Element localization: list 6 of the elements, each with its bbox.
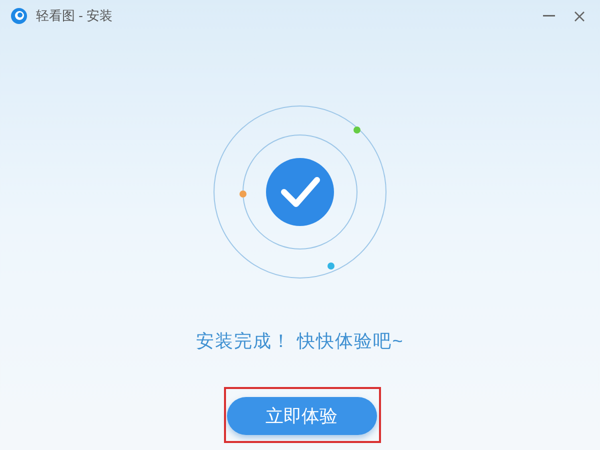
start-button[interactable]: 立即体验 [226,397,376,435]
app-logo-icon [10,7,28,25]
window-title: 轻看图 - 安装 [36,7,113,26]
minimize-icon [543,15,555,17]
close-icon [574,10,584,22]
completion-message: 安装完成！ 快快体验吧~ [196,330,404,353]
